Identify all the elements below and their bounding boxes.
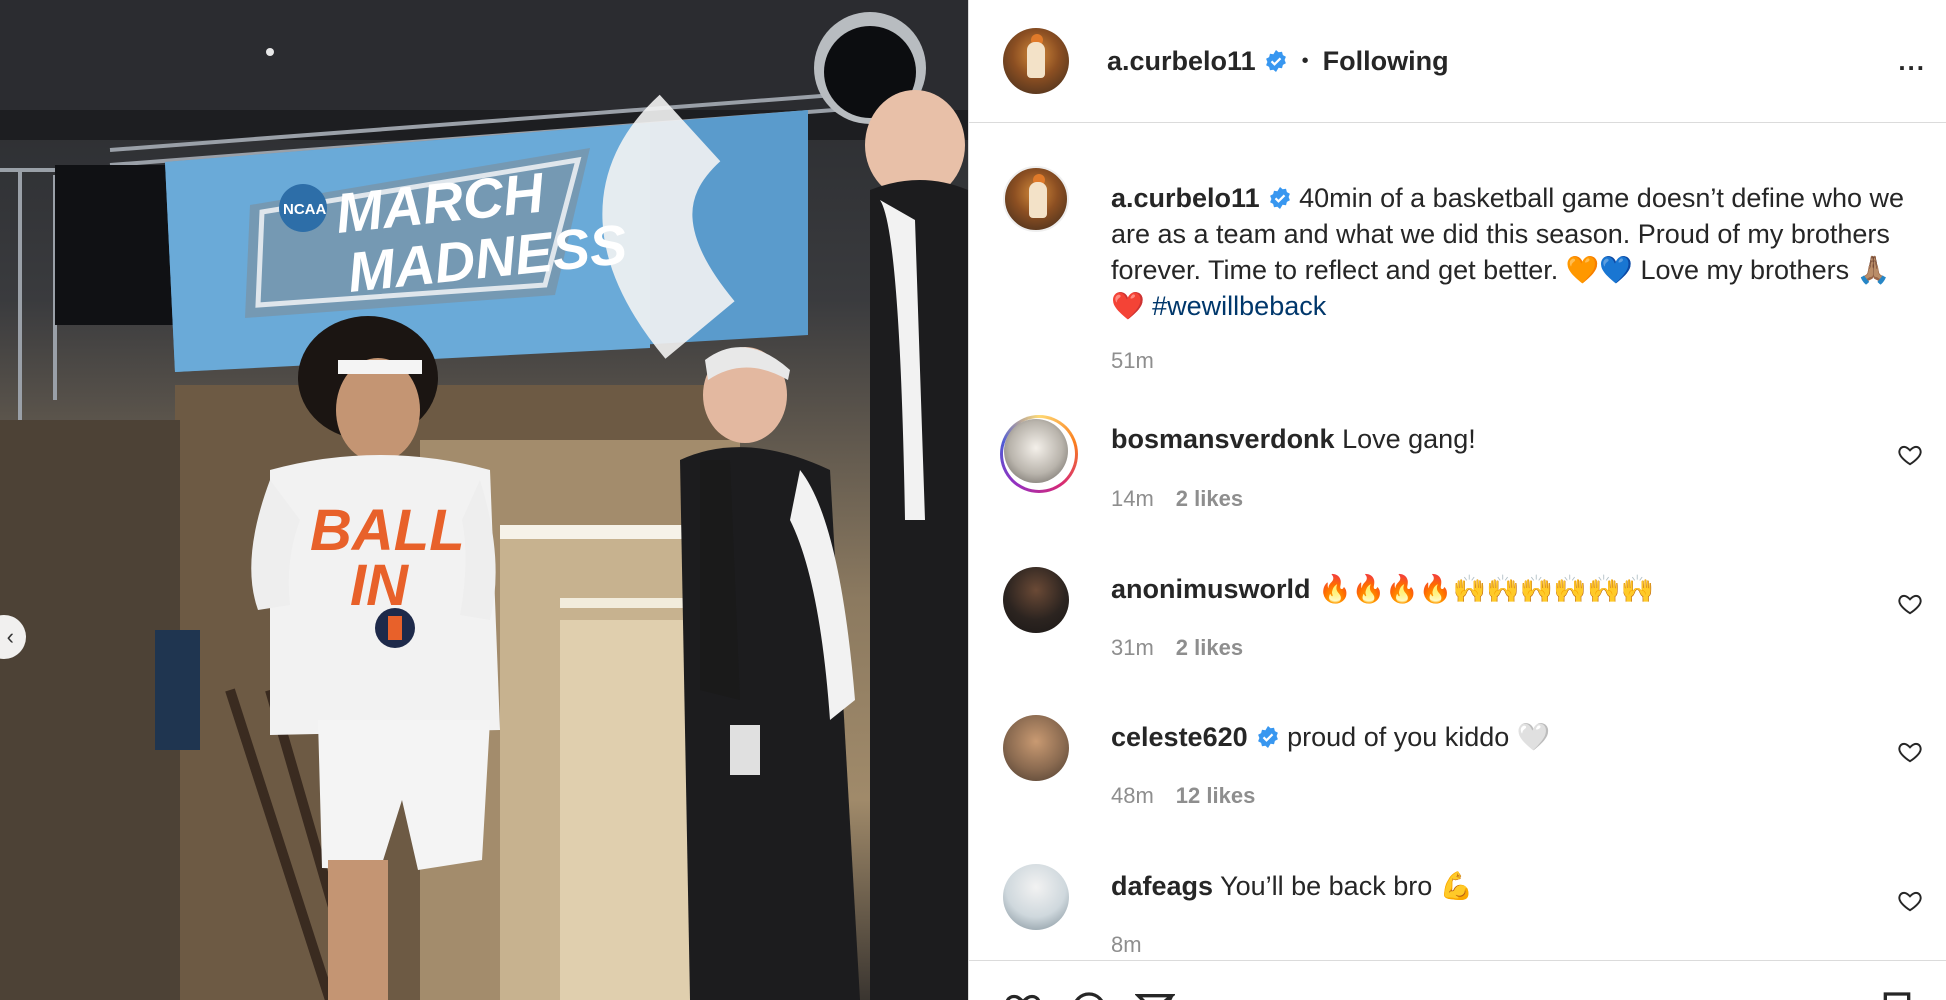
commenter-username[interactable]: dafeags — [1111, 871, 1213, 901]
verified-badge-icon — [1265, 50, 1286, 72]
comment-likes[interactable]: 2 likes — [1176, 635, 1243, 660]
post-photo[interactable]: MARCH MADNESS NCAA BALL IN ‹ — [0, 0, 968, 1000]
chevron-left-icon: ‹ — [6, 624, 14, 649]
banner-logo: NCAA — [283, 201, 326, 218]
separator-dot: • — [1301, 49, 1309, 72]
following-button[interactable]: Following — [1323, 46, 1449, 77]
comment-text: bosmansverdonk Love gang! — [1111, 424, 1476, 455]
author-username[interactable]: a.curbelo11 — [1107, 46, 1256, 77]
caption-time[interactable]: 51m — [1111, 348, 1154, 374]
comment-item: bosmansverdonk Love gang! 14m 2 likes — [1000, 415, 1923, 528]
commenter-avatar[interactable] — [1003, 567, 1069, 633]
post-side-panel: a.curbelo11 • Following ... a.curbelo11 … — [969, 0, 1946, 1000]
shirt-text-2: IN — [350, 553, 409, 618]
share-icon[interactable] — [1135, 989, 1175, 1000]
save-icon[interactable] — [1877, 989, 1917, 1000]
comments-scroll-area[interactable]: a.curbelo11 40min of a basketball game d… — [969, 124, 1946, 960]
comment-likes[interactable]: 12 likes — [1176, 783, 1256, 808]
heart-icon[interactable] — [1897, 591, 1923, 617]
heart-icon[interactable] — [1897, 442, 1923, 468]
comment-likes[interactable]: 2 likes — [1176, 486, 1243, 511]
comment-meta: 14m 2 likes — [1111, 486, 1243, 512]
comment-body: You’ll be back bro 💪 — [1220, 871, 1474, 901]
commenter-username[interactable]: bosmansverdonk — [1111, 424, 1335, 454]
commenter-avatar[interactable] — [1003, 715, 1069, 781]
comment-meta: 8m — [1111, 932, 1142, 958]
comment-time[interactable]: 8m — [1111, 932, 1142, 957]
heart-icon[interactable] — [1897, 888, 1923, 914]
comment-time[interactable]: 31m — [1111, 635, 1154, 660]
post-action-bar — [969, 960, 1946, 1000]
commenter-avatar[interactable] — [1004, 419, 1068, 483]
instagram-post-view: MARCH MADNESS NCAA BALL IN ‹ a.curbelo11… — [0, 0, 1946, 1000]
verified-badge-icon — [1269, 187, 1290, 209]
comment-text: anonimusworld 🔥🔥🔥🔥🙌🙌🙌🙌🙌🙌 — [1111, 573, 1654, 605]
post-header: a.curbelo11 • Following ... — [969, 0, 1946, 123]
commenter-avatar[interactable] — [1003, 864, 1069, 930]
comment-body: 🔥🔥🔥🔥🙌🙌🙌🙌🙌🙌 — [1318, 574, 1655, 604]
photo-illustration: MARCH MADNESS NCAA BALL IN — [0, 0, 968, 1000]
caption-author-avatar[interactable] — [1003, 166, 1069, 232]
comment-time[interactable]: 14m — [1111, 486, 1154, 511]
comment-item: dafeags You’ll be back bro 💪 8m — [1003, 864, 1923, 960]
more-options-button[interactable]: ... — [1898, 46, 1926, 77]
caption-text: a.curbelo11 40min of a basketball game d… — [1111, 180, 1911, 324]
comment-time[interactable]: 48m — [1111, 783, 1154, 808]
comment-icon[interactable] — [1069, 989, 1109, 1000]
post-caption: a.curbelo11 40min of a basketball game d… — [1003, 166, 1904, 336]
like-icon[interactable] — [1003, 989, 1043, 1000]
comment-item: anonimusworld 🔥🔥🔥🔥🙌🙌🙌🙌🙌🙌 31m 2 likes — [1003, 567, 1923, 677]
comment-body: proud of you kiddo 🤍 — [1287, 722, 1551, 752]
commenter-username[interactable]: celeste620 — [1111, 722, 1248, 752]
heart-icon[interactable] — [1897, 739, 1923, 765]
caption-hashtag[interactable]: #wewillbeback — [1152, 291, 1326, 321]
story-ring[interactable] — [1000, 415, 1078, 493]
comment-text: dafeags You’ll be back bro 💪 — [1111, 870, 1473, 902]
comment-meta: 48m 12 likes — [1111, 783, 1255, 809]
comment-text: celeste620 proud of you kiddo 🤍 — [1111, 721, 1550, 753]
caption-username[interactable]: a.curbelo11 — [1111, 183, 1260, 213]
comment-body: Love gang! — [1342, 424, 1476, 454]
comment-item: celeste620 proud of you kiddo 🤍 48m 12 li… — [1003, 715, 1923, 825]
author-avatar[interactable] — [1003, 28, 1069, 94]
verified-badge-icon — [1257, 726, 1278, 748]
commenter-username[interactable]: anonimusworld — [1111, 574, 1311, 604]
comment-meta: 31m 2 likes — [1111, 635, 1243, 661]
